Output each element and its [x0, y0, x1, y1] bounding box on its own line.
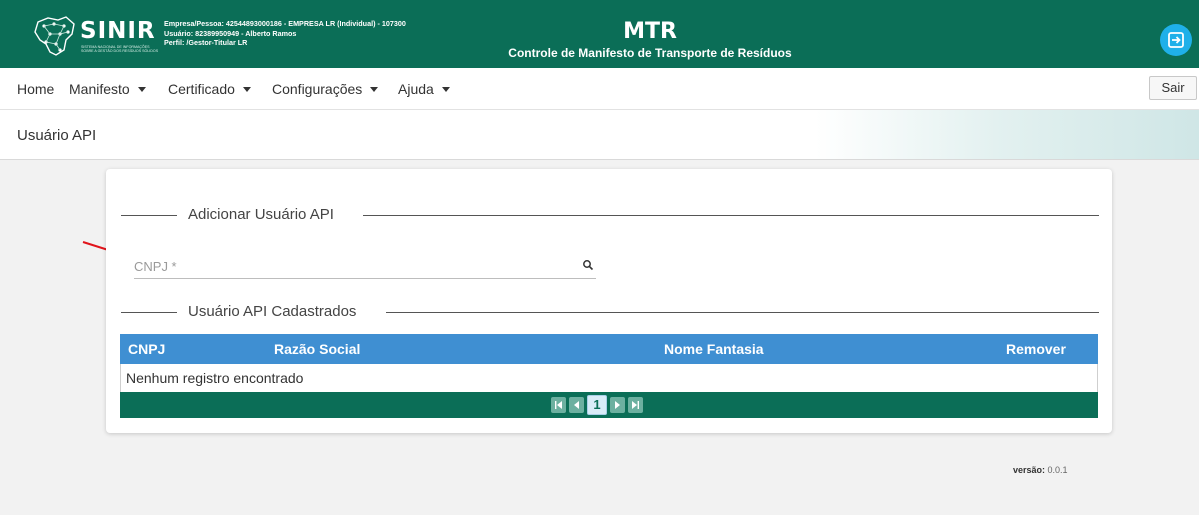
brand-subtitle: Sistema Nacional de Informações sobre a …	[81, 45, 159, 54]
table-paginator: 1	[120, 392, 1098, 418]
version-value: 0.0.1	[1047, 465, 1068, 475]
empty-message: Nenhum registro encontrado	[126, 370, 304, 386]
registered-api-users-title: Usuário API Cadastrados	[188, 303, 357, 320]
page-title: Usuário API	[17, 127, 97, 144]
app-title: MTR	[623, 19, 677, 44]
table-empty-row: Nenhum registro encontrado	[120, 364, 1098, 392]
previous-page-icon	[574, 401, 579, 409]
first-page-icon	[555, 401, 562, 409]
last-page-button[interactable]	[628, 397, 643, 413]
registered-api-users-legend: Usuário API Cadastrados	[121, 302, 1099, 322]
table-header: CNPJ Razão Social Nome Fantasia Remover	[120, 334, 1098, 364]
caret-down-icon	[441, 86, 450, 92]
caret-down-icon	[370, 86, 379, 92]
version-info: versão: 0.0.1	[1013, 465, 1068, 475]
legend-divider	[121, 312, 177, 313]
legend-divider	[386, 312, 1099, 313]
caret-down-icon	[137, 86, 146, 92]
sinir-logo: SINIR Sistema Nacional de Informações so…	[30, 14, 160, 58]
page-1-button[interactable]: 1	[587, 395, 607, 415]
api-users-table: CNPJ Razão Social Nome Fantasia Remover …	[120, 334, 1098, 418]
menu-configuracoes[interactable]: Configurações	[272, 81, 379, 97]
column-header-cnpj[interactable]: CNPJ	[128, 341, 165, 357]
app-root: SINIR Sistema Nacional de Informações so…	[0, 0, 1199, 515]
logout-button[interactable]: Sair	[1149, 76, 1197, 100]
app-subtitle: Controle de Manifesto de Transporte de R…	[508, 46, 792, 60]
next-page-button[interactable]	[610, 397, 625, 413]
menu-manifesto-label: Manifesto	[69, 81, 130, 97]
version-label: versão:	[1013, 465, 1046, 475]
add-api-user-title: Adicionar Usuário API	[188, 206, 334, 223]
menu-home[interactable]: Home	[17, 81, 54, 97]
cnpj-field	[134, 253, 596, 279]
search-icon[interactable]	[582, 259, 594, 271]
main-menu: Home Manifesto Certificado Configurações…	[0, 68, 1199, 110]
first-page-button[interactable]	[551, 397, 566, 413]
menu-ajuda[interactable]: Ajuda	[398, 81, 450, 97]
next-page-icon	[615, 401, 620, 409]
caret-down-icon	[242, 86, 251, 92]
session-info: Empresa/Pessoa: 42544893000186 - EMPRESA…	[164, 19, 406, 48]
app-header: SINIR Sistema Nacional de Informações so…	[0, 0, 1199, 68]
menu-certificado[interactable]: Certificado	[168, 81, 251, 97]
legend-divider	[363, 215, 1099, 216]
logout-icon[interactable]	[1160, 24, 1192, 56]
column-header-remover: Remover	[1006, 341, 1066, 357]
menu-ajuda-label: Ajuda	[398, 81, 434, 97]
user-line: Usuário: 82389950949 - Alberto Ramos	[164, 28, 297, 38]
add-api-user-legend: Adicionar Usuário API	[121, 205, 1099, 225]
column-header-razao-social[interactable]: Razão Social	[274, 341, 360, 357]
last-page-icon	[632, 401, 639, 409]
exit-arrow-icon	[1168, 32, 1184, 48]
cnpj-input[interactable]	[134, 256, 564, 276]
page-title-bar: Usuário API	[0, 110, 1199, 160]
brazil-map-logo-icon	[34, 16, 75, 56]
company-line: Empresa/Pessoa: 42544893000186 - EMPRESA…	[164, 19, 406, 28]
api-user-card: Adicionar Usuário API Usuário API Cadast…	[106, 169, 1112, 433]
menu-certificado-label: Certificado	[168, 81, 235, 97]
menu-home-label: Home	[17, 81, 55, 97]
previous-page-button[interactable]	[569, 397, 584, 413]
column-header-nome-fantasia[interactable]: Nome Fantasia	[664, 341, 764, 357]
menu-configuracoes-label: Configurações	[272, 81, 363, 97]
menu-manifesto[interactable]: Manifesto	[69, 81, 146, 97]
brand-name: SINIR	[80, 18, 156, 44]
legend-divider	[121, 215, 177, 216]
profile-line: Perfil: /Gestor-Titular LR	[164, 38, 248, 47]
